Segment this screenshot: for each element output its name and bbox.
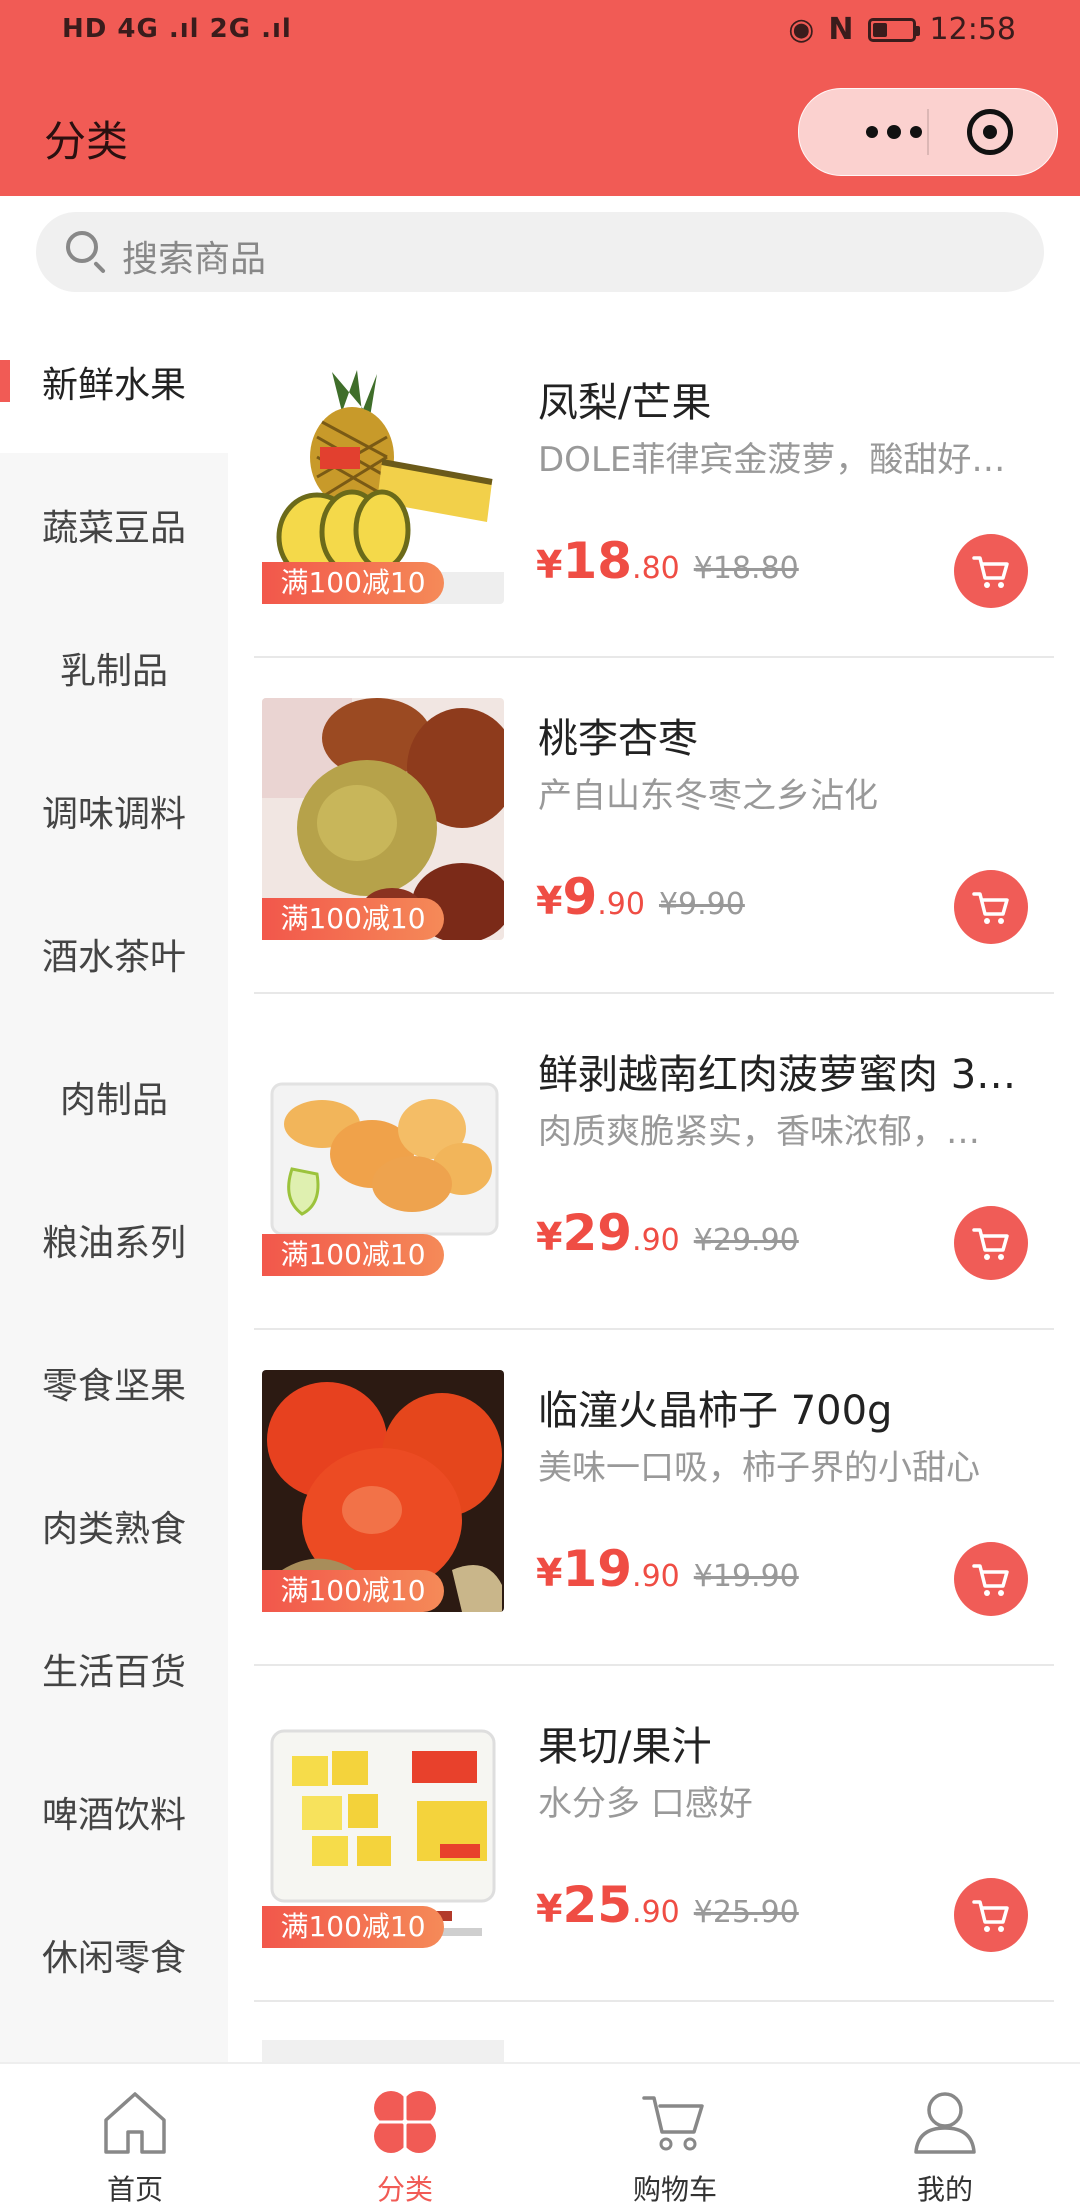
product-card[interactable]: 满100减10 鲜剥越南红肉菠萝蜜肉 3… 肉质爽脆紧实，香味浓郁，… ¥29.… — [254, 994, 1054, 1330]
product-name: 凤梨/芒果 — [538, 380, 712, 426]
category-icon — [374, 2091, 436, 2153]
add-to-cart-button[interactable] — [954, 534, 1028, 608]
sidebar-item-casual-snacks[interactable]: 休闲零食 — [0, 1883, 228, 2026]
more-button[interactable] — [839, 89, 949, 175]
nfc-icon: N — [828, 12, 854, 47]
sidebar-item-label: 蔬菜豆品 — [41, 507, 186, 549]
status-right: ◉ N 12:58 — [788, 12, 1016, 47]
tab-label: 我的 — [916, 2173, 973, 2206]
tab-label: 购物车 — [632, 2173, 717, 2206]
search-icon — [66, 231, 98, 263]
mini-program-capsule — [798, 88, 1058, 176]
category-sidebar: 新鲜水果 蔬菜豆品 乳制品 调味调料 酒水茶叶 肉制品 粮油系列 零食坚果 肉类… — [0, 310, 228, 2062]
sidebar-item-label: 零食坚果 — [41, 1365, 186, 1407]
product-card[interactable]: 满100减10 桃李杏枣 产自山东冬枣之乡沾化 ¥9.90 ¥9.90 — [254, 658, 1054, 994]
cart-icon — [972, 892, 1009, 924]
sidebar-item-vegetables[interactable]: 蔬菜豆品 — [0, 453, 228, 596]
original-price: ¥29.90 — [693, 1223, 799, 1258]
product-desc: 肉质爽脆紧实，香味浓郁，… — [538, 1112, 980, 1152]
status-time: 12:58 — [929, 12, 1016, 47]
sidebar-item-drinks-tea[interactable]: 酒水茶叶 — [0, 882, 228, 1025]
product-desc: 水分多 口感好 — [538, 1784, 753, 1824]
signal-indicators: HD 4G .ıl 2G .ıl — [62, 14, 292, 44]
product-name: 果切/果汁 — [538, 1724, 712, 1770]
product-desc: 美味一口吸，柿子界的小甜心 — [538, 1448, 980, 1488]
sidebar-item-grain-oil[interactable]: 粮油系列 — [0, 1168, 228, 1311]
tab-label: 首页 — [106, 2173, 163, 2206]
sidebar-item-label: 啤酒饮料 — [41, 1794, 186, 1836]
original-price: ¥18.80 — [693, 551, 799, 586]
product-price: ¥25.90 ¥25.90 — [536, 1876, 799, 1934]
product-name: 临潼火晶柿子 700g — [538, 1388, 893, 1434]
sidebar-item-label: 乳制品 — [59, 650, 168, 692]
sidebar-item-label: 粮油系列 — [41, 1222, 186, 1264]
tab-cart[interactable]: 购物车 — [540, 2064, 810, 2206]
product-card[interactable]: 满100减10 果切/果汁 水分多 口感好 ¥25.90 ¥25.90 — [254, 1666, 1054, 2002]
sidebar-item-label: 肉类熟食 — [41, 1508, 186, 1550]
product-name: 鲜剥越南红肉菠萝蜜肉 3… — [538, 1052, 1017, 1098]
battery-icon — [867, 17, 920, 42]
eye-icon: ◉ — [788, 12, 815, 47]
product-price: ¥29.90 ¥29.90 — [536, 1204, 799, 1262]
cart-icon — [972, 1564, 1009, 1596]
tab-home[interactable]: 首页 — [0, 2064, 270, 2206]
cart-icon — [972, 556, 1009, 588]
sidebar-item-label: 酒水茶叶 — [41, 936, 186, 978]
discount-tag: 满100减10 — [262, 1234, 444, 1276]
sidebar-item-meat-products[interactable]: 肉制品 — [0, 1025, 228, 1168]
original-price: ¥9.90 — [658, 887, 745, 922]
product-price: ¥18.80 ¥18.80 — [536, 532, 799, 590]
home-icon — [104, 2092, 166, 2154]
app-header: HD 4G .ıl 2G .ıl ◉ N 12:58 分类 — [0, 0, 1080, 196]
add-to-cart-button[interactable] — [954, 870, 1028, 944]
discount-tag: 满100减10 — [262, 1570, 444, 1612]
sidebar-item-label: 新鲜水果 — [41, 364, 186, 406]
user-icon — [914, 2092, 976, 2154]
sidebar-item-seasoning[interactable]: 调味调料 — [0, 739, 228, 882]
add-to-cart-button[interactable] — [954, 1878, 1028, 1952]
sidebar-item-label: 休闲零食 — [41, 1937, 186, 1979]
product-price: ¥9.90 ¥9.90 — [536, 868, 745, 926]
status-bar: HD 4G .ıl 2G .ıl ◉ N 12:58 — [0, 0, 1080, 66]
product-name: 桃李杏枣 — [538, 716, 698, 762]
bottom-tab-bar: 首页 分类 购物车 我的 — [0, 2062, 1080, 2206]
discount-tag: 满100减10 — [262, 562, 444, 604]
cart-icon — [642, 2096, 704, 2151]
discount-tag: 满100减10 — [262, 898, 444, 940]
add-to-cart-button[interactable] — [954, 1206, 1028, 1280]
product-desc: DOLE菲律宾金菠萝，酸甜好… — [538, 440, 1006, 480]
search-input[interactable]: 搜索商品 — [36, 212, 1044, 292]
sidebar-item-beer-beverages[interactable]: 啤酒饮料 — [0, 1740, 228, 1883]
sidebar-item-cooked-meat[interactable]: 肉类熟食 — [0, 1454, 228, 1597]
tab-label: 分类 — [376, 2173, 433, 2206]
product-image-partial — [262, 2040, 504, 2062]
page-title: 分类 — [44, 117, 129, 166]
tab-profile[interactable]: 我的 — [810, 2064, 1080, 2206]
sidebar-item-label: 生活百货 — [41, 1651, 186, 1693]
sidebar-item-snacks-nuts[interactable]: 零食坚果 — [0, 1311, 228, 1454]
discount-tag: 满100减10 — [262, 1906, 444, 1948]
original-price: ¥25.90 — [693, 1895, 799, 1930]
original-price: ¥19.90 — [693, 1559, 799, 1594]
sidebar-item-label: 调味调料 — [41, 793, 186, 835]
product-card[interactable]: 满100减10 临潼火晶柿子 700g 美味一口吸，柿子界的小甜心 ¥19.90… — [254, 1330, 1054, 1666]
product-price: ¥19.90 ¥19.90 — [536, 1540, 799, 1598]
add-to-cart-button[interactable] — [954, 1542, 1028, 1616]
sidebar-item-household[interactable]: 生活百货 — [0, 1597, 228, 1740]
product-desc: 产自山东冬枣之乡沾化 — [538, 776, 878, 816]
cart-icon — [972, 1228, 1009, 1260]
sidebar-item-dairy[interactable]: 乳制品 — [0, 596, 228, 739]
capsule-divider — [927, 109, 929, 155]
sidebar-item-fresh-fruit[interactable]: 新鲜水果 — [0, 310, 228, 453]
tab-category[interactable]: 分类 — [270, 2064, 540, 2206]
sidebar-item-label: 肉制品 — [59, 1079, 168, 1121]
cart-icon — [972, 1900, 1009, 1932]
close-program-button[interactable] — [967, 109, 1013, 155]
product-card[interactable]: 满100减10 凤梨/芒果 DOLE菲律宾金菠萝，酸甜好… ¥18.80 ¥18.… — [254, 322, 1054, 658]
search-placeholder: 搜索商品 — [122, 239, 267, 280]
